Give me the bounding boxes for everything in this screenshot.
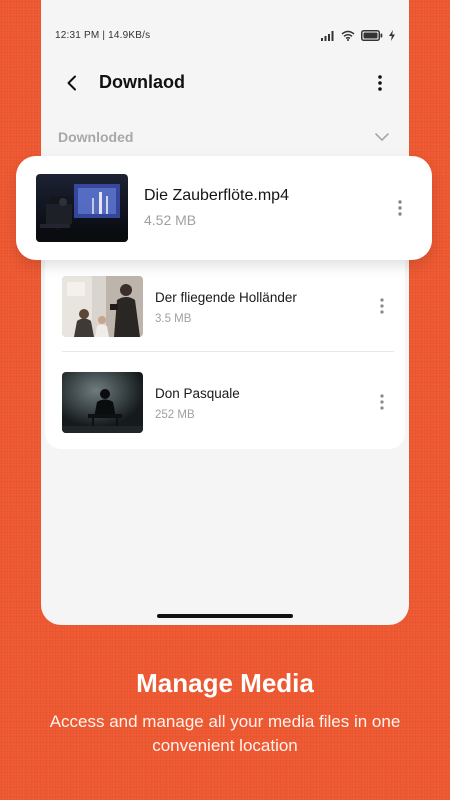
phone-mockup: 12:31 PM | 14.9KB/s Downlaod Downloded D… xyxy=(41,0,409,625)
more-vertical-icon xyxy=(398,200,402,216)
video-thumbnail xyxy=(62,276,143,337)
featured-download-card[interactable]: Die Zauberflöte.mp4 4.52 MB xyxy=(16,156,432,260)
app-header: Downlaod xyxy=(41,62,409,104)
item-title: Don Pasquale xyxy=(155,386,240,401)
list-item[interactable]: Don Pasquale 252 MB xyxy=(62,372,394,448)
charging-icon xyxy=(389,30,395,41)
back-arrow-icon xyxy=(67,75,76,91)
video-thumbnail xyxy=(36,174,128,242)
home-indicator xyxy=(157,614,293,618)
back-button[interactable] xyxy=(59,70,85,96)
wifi-icon xyxy=(341,30,355,41)
featured-title: Die Zauberflöte.mp4 xyxy=(144,187,289,204)
section-label: Downloded xyxy=(58,129,134,145)
item-more-button[interactable] xyxy=(370,294,394,318)
page-title: Downlaod xyxy=(99,72,185,92)
status-time-speed: 12:31 PM | 14.9KB/s xyxy=(55,30,151,41)
status-icons xyxy=(321,30,395,41)
featured-more-button[interactable] xyxy=(388,196,412,220)
promo-description: Access and manage all your media files i… xyxy=(49,712,401,755)
downloaded-section-header[interactable]: Downloded xyxy=(41,126,409,148)
collapse-button[interactable] xyxy=(373,128,391,146)
battery-icon xyxy=(361,30,383,41)
more-vertical-icon xyxy=(378,75,382,91)
featured-size: 4.52 MB xyxy=(144,212,197,228)
more-vertical-icon xyxy=(380,298,384,314)
signal-icon xyxy=(321,30,334,41)
promo-headline: Manage Media xyxy=(136,668,314,698)
status-bar: 12:31 PM | 14.9KB/s xyxy=(41,28,409,44)
overflow-menu-button[interactable] xyxy=(367,70,393,96)
item-size: 3.5 MB xyxy=(155,313,192,325)
item-size: 252 MB xyxy=(155,409,195,421)
list-item[interactable]: Der fliegende Holländer 3.5 MB xyxy=(62,276,394,352)
item-title: Der fliegende Holländer xyxy=(155,290,297,305)
more-vertical-icon xyxy=(380,394,384,410)
chevron-down-icon xyxy=(375,133,389,141)
item-more-button[interactable] xyxy=(370,390,394,414)
video-thumbnail xyxy=(62,372,143,433)
